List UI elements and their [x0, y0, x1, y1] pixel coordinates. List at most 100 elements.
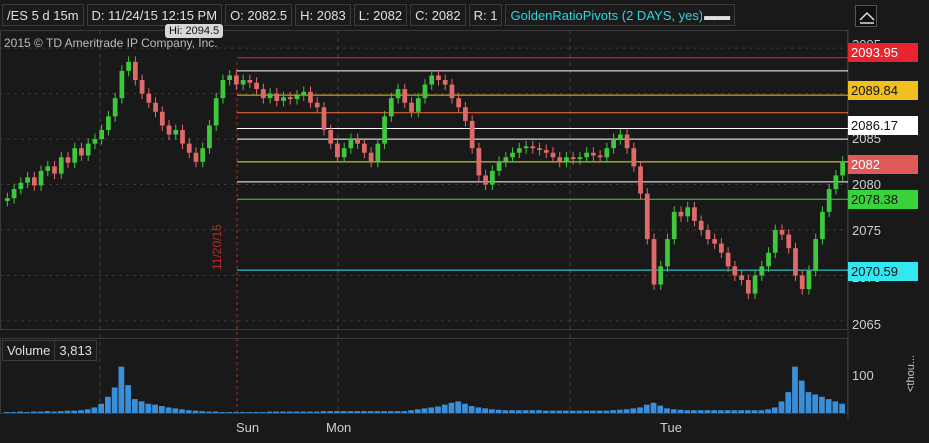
close-readout: C: 2082: [410, 4, 466, 26]
volume-bar: [300, 411, 307, 413]
volume-bar: [718, 410, 724, 413]
volume-bar: [78, 410, 84, 413]
candle-up: [281, 97, 286, 101]
candle-down: [725, 252, 731, 267]
candle-down: [314, 102, 320, 108]
volume-bar: [206, 411, 212, 413]
candle-down: [537, 148, 542, 150]
candle-up: [38, 170, 44, 186]
candle-up: [617, 134, 623, 140]
candle-up: [584, 152, 590, 158]
candle-up: [5, 198, 10, 201]
candle-down: [321, 107, 327, 130]
volume-bar: [253, 412, 259, 413]
volume-bar: [340, 411, 347, 413]
volume-bar: [778, 401, 785, 413]
volume-bar: [30, 411, 37, 413]
candle-down: [52, 166, 57, 174]
volume-bar: [643, 404, 650, 413]
price-chart[interactable]: [0, 30, 929, 443]
volume-bar: [347, 411, 354, 413]
volume-bar: [273, 411, 280, 413]
candle-down: [799, 275, 805, 290]
candle-up: [119, 70, 125, 99]
candle-up: [415, 98, 421, 112]
candle-down: [624, 134, 630, 149]
open-readout: O: 2082.5: [225, 4, 293, 26]
volume-bar: [10, 412, 17, 413]
candle-up: [759, 266, 765, 276]
volume-bar: [118, 366, 125, 413]
candle-up: [833, 175, 839, 190]
candle-down: [355, 139, 361, 144]
candle-up: [496, 161, 502, 171]
candle-down: [153, 102, 158, 112]
candle-down: [739, 275, 744, 280]
date-readout: D: 11/24/15 12:15 PM: [86, 4, 223, 26]
low-readout: L: 2082: [353, 4, 408, 26]
volume-bar: [603, 410, 610, 413]
candle-down: [570, 157, 576, 160]
candle-up: [658, 266, 664, 285]
volume-bar: [239, 412, 246, 413]
volume-bar: [590, 410, 596, 413]
volume-bar: [320, 411, 327, 413]
volume-bar: [98, 403, 105, 413]
volume-bar: [798, 380, 805, 413]
candle-up: [604, 148, 610, 158]
volume-bar: [711, 410, 718, 413]
candle-up: [106, 116, 111, 130]
candle-up: [375, 143, 381, 162]
candle-up: [772, 230, 778, 253]
candle-down: [483, 175, 488, 185]
volume-bar: [4, 412, 10, 413]
candle-down: [543, 150, 549, 153]
study-label[interactable]: GoldenRatioPivots (2 DAYS, yes): [505, 4, 709, 26]
volume-bar: [172, 408, 179, 413]
volume-bar: [677, 409, 684, 413]
volume-bar: [670, 409, 677, 413]
volume-bar: [84, 409, 91, 413]
candle-down: [644, 193, 650, 240]
y-tick: 2075: [852, 223, 881, 238]
volume-value: 3,813: [55, 340, 97, 361]
volume-bar: [307, 411, 313, 413]
volume-bar: [637, 407, 643, 413]
volume-bar: [145, 403, 152, 413]
candle-up: [207, 125, 212, 149]
volume-bar: [313, 411, 320, 413]
volume-bar: [24, 412, 30, 413]
volume-bar: [536, 410, 542, 413]
candle-down: [719, 243, 724, 253]
volume-label: Volume: [2, 340, 56, 361]
candle-up: [665, 239, 670, 267]
volume-bar: [542, 410, 549, 413]
symbol-field[interactable]: /ES 5 d 15m: [2, 4, 84, 26]
candle-down: [550, 152, 556, 158]
volume-bar: [138, 401, 145, 413]
volume-axis-tick: 100: [852, 368, 874, 383]
candle-up: [752, 275, 758, 294]
candle-up: [671, 211, 677, 240]
candle-down: [786, 234, 792, 249]
study-menu-icon[interactable]: ▬▬: [702, 4, 736, 26]
candle-up: [766, 252, 771, 267]
volume-bar: [765, 409, 771, 413]
candle-up: [510, 152, 515, 158]
candle-down: [779, 230, 785, 235]
volume-bar: [529, 410, 536, 413]
candle-down: [139, 80, 145, 94]
volume-bar: [704, 410, 711, 413]
candle-down: [308, 91, 313, 103]
volume-bar: [219, 412, 226, 413]
volume-bar: [630, 408, 637, 413]
chart-style-icon[interactable]: [855, 5, 877, 27]
candle-up: [429, 75, 435, 85]
candle-up: [227, 75, 233, 80]
volume-bar: [522, 410, 529, 413]
volume-bar: [569, 410, 576, 413]
volume-bar: [280, 411, 286, 413]
pivot-badge-s2: 2070.59: [848, 262, 918, 281]
candle-up: [564, 157, 569, 162]
volume-bar: [199, 411, 206, 413]
